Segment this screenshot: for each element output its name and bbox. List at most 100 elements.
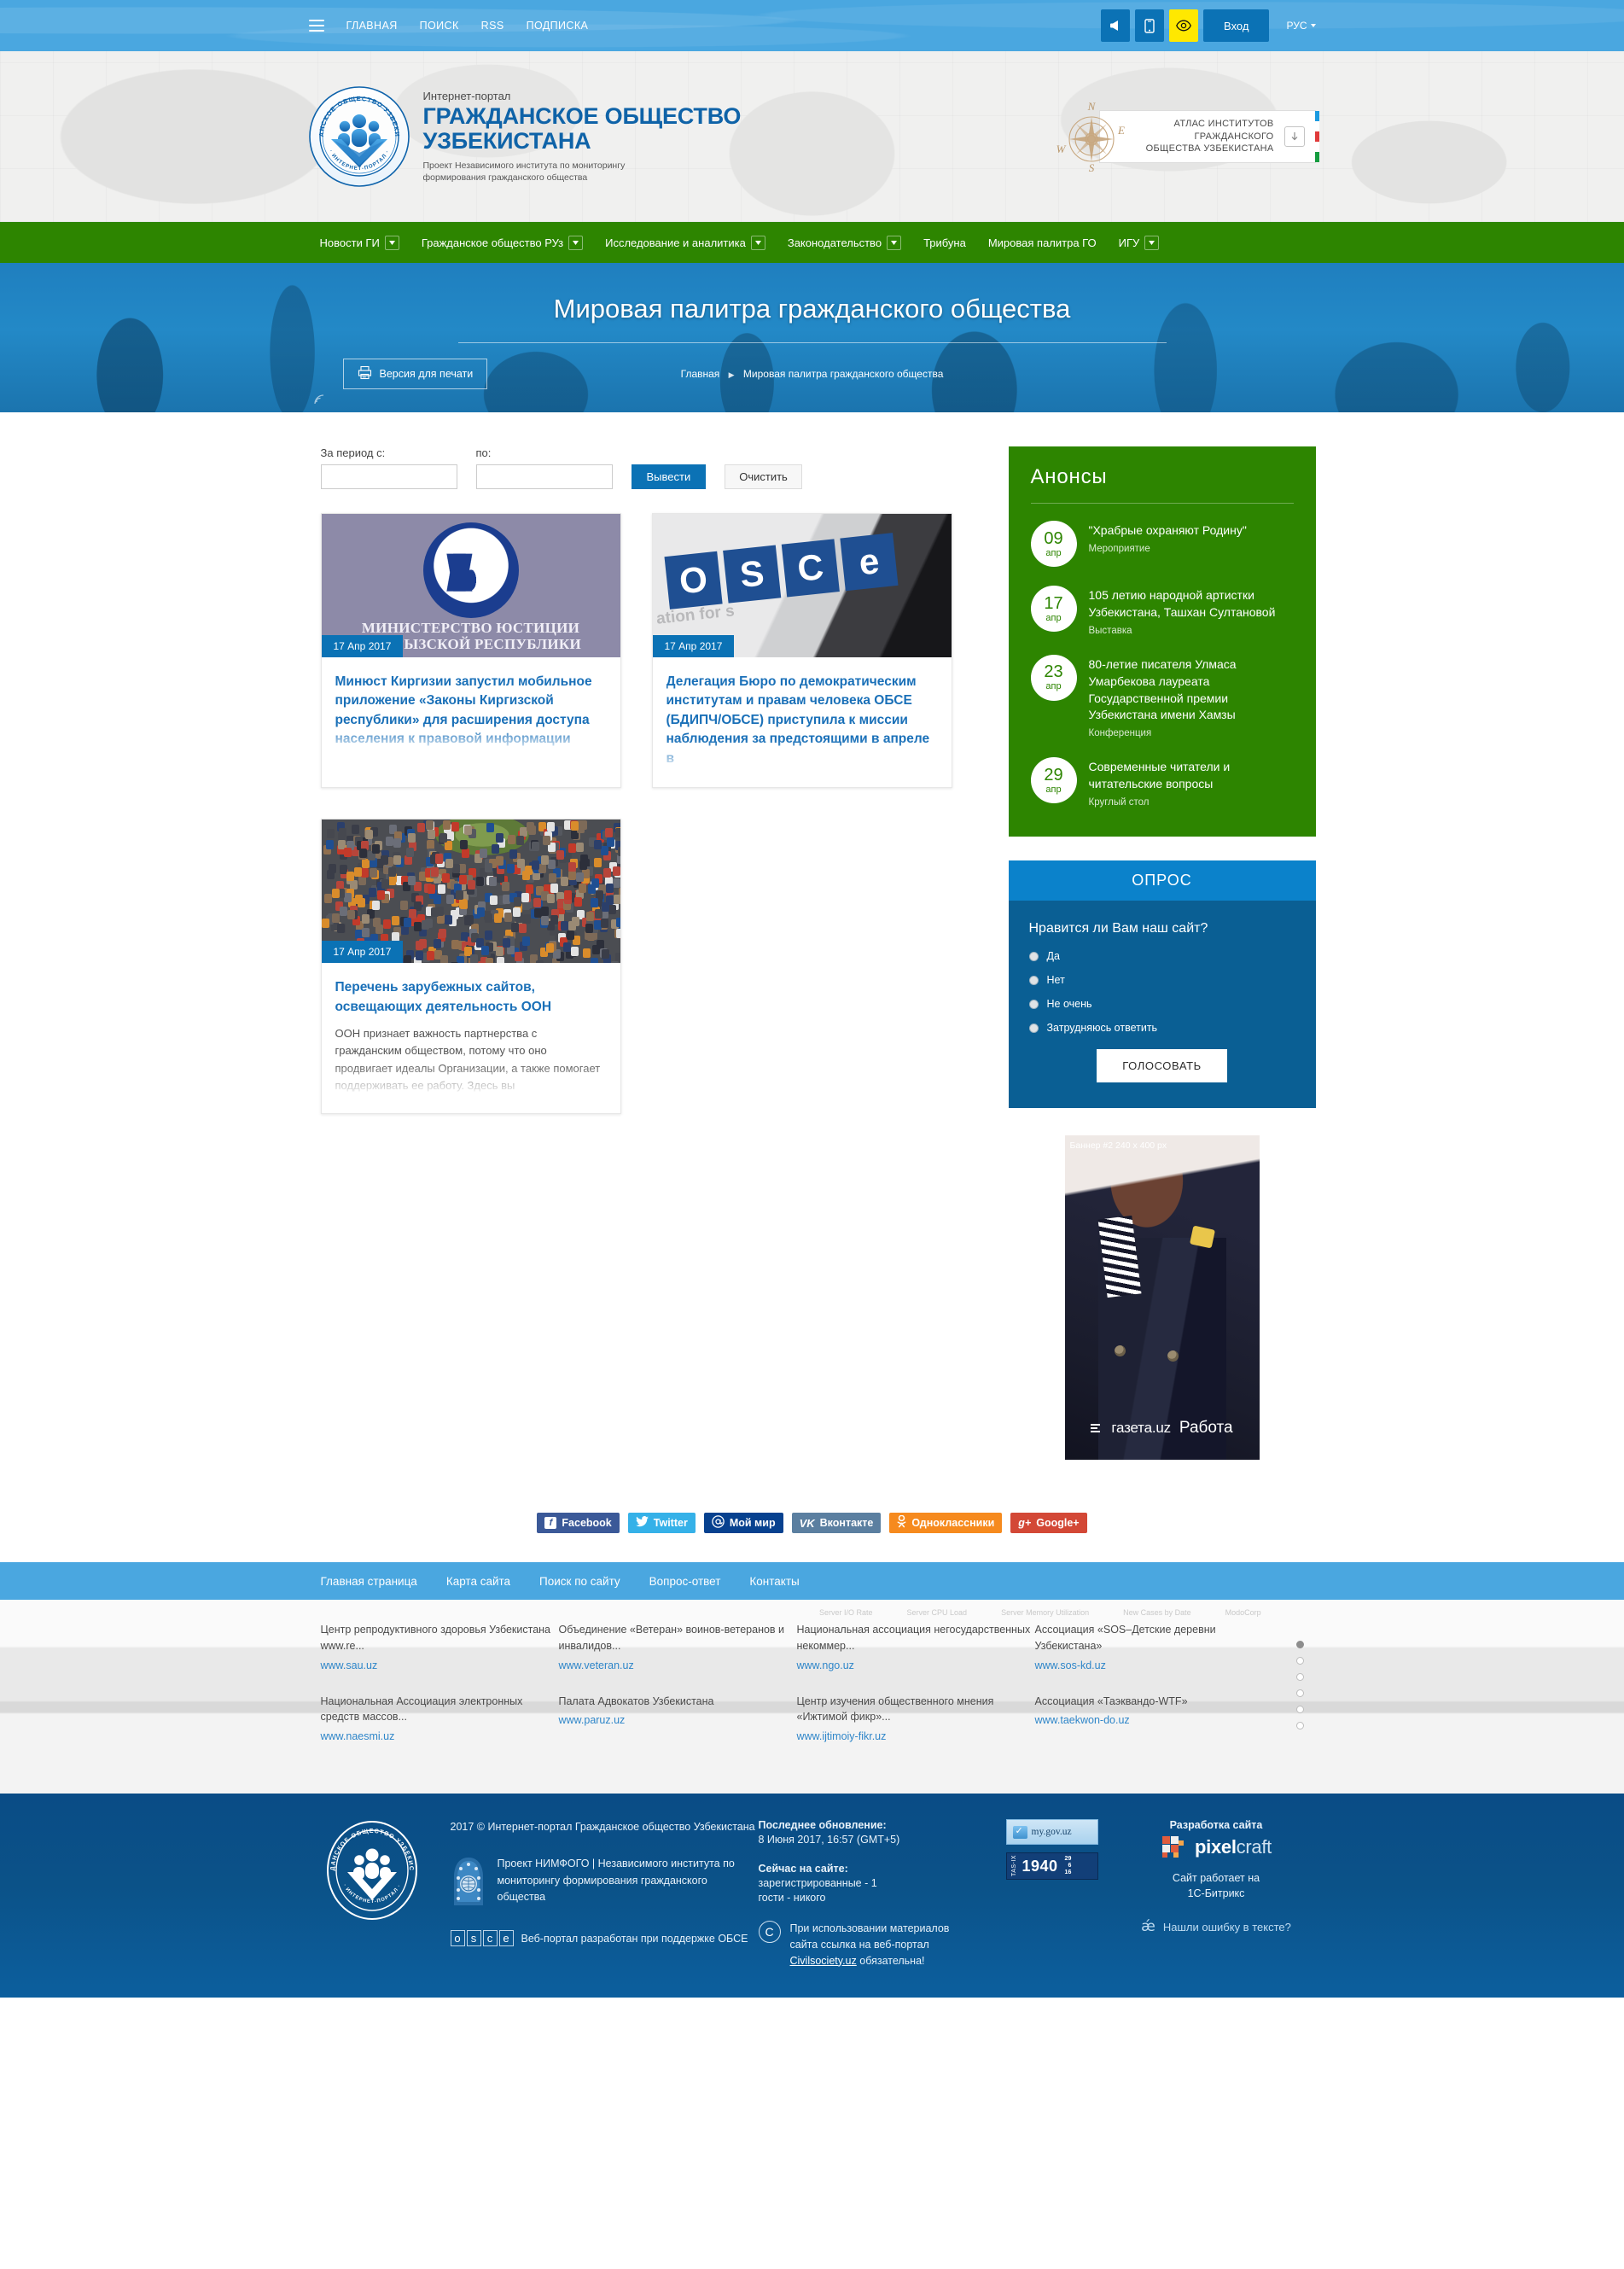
report-error-button[interactable]: ǽ Нашли ошибку в тексте? — [1117, 1918, 1316, 1935]
radio-icon[interactable] — [1029, 1000, 1039, 1009]
partner-item[interactable]: Центр репродуктивного здоровья Узбекиста… — [321, 1622, 559, 1671]
announcement-item[interactable]: 23 апр 80-летие писателя Улмаса Умарбеко… — [1031, 655, 1294, 739]
share-facebook-button[interactable]: f Facebook — [537, 1513, 619, 1533]
nav-item-research[interactable]: Исследование и аналитика — [594, 222, 777, 263]
radio-icon[interactable] — [1029, 976, 1039, 985]
news-card[interactable]: 17 Апр 2017 Перечень зарубежных сайтов, … — [321, 819, 621, 1114]
share-vkontakte-button[interactable]: VK Вконтакте — [792, 1513, 882, 1533]
announcement-title[interactable]: "Храбрые охраняют Родину" — [1089, 522, 1247, 540]
footnav-link-search[interactable]: Поиск по сайту — [539, 1575, 620, 1588]
partner-url[interactable]: www.naesmi.uz — [321, 1730, 395, 1742]
footnav-link-home[interactable]: Главная страница — [321, 1575, 417, 1588]
news-card[interactable]: МИНИСТЕРСТВО ЮСТИЦИИ КЫРГЫЗСКОЙ РЕСПУБЛИ… — [321, 513, 621, 788]
mygov-counter[interactable]: my.gov.uz — [1006, 1819, 1098, 1845]
partner-item[interactable]: Национальная ассоциация негосударственны… — [797, 1622, 1035, 1671]
partner-url[interactable]: www.ngo.uz — [797, 1659, 854, 1671]
poll-option-yes[interactable]: Да — [1029, 950, 1295, 962]
partners-carousel-dots[interactable] — [1296, 1641, 1304, 1729]
nav-item-news[interactable]: Новости ГИ — [309, 222, 410, 263]
carousel-dot[interactable] — [1296, 1722, 1304, 1729]
carousel-dot[interactable] — [1296, 1673, 1304, 1681]
usage-link[interactable]: Civilsociety.uz — [790, 1955, 857, 1967]
share-moymir-button[interactable]: Мой мир — [704, 1513, 783, 1533]
news-card-title[interactable]: Минюст Киргизии запустил мобильное прило… — [335, 673, 607, 750]
chevron-down-icon[interactable] — [1144, 236, 1159, 250]
svg-text:N: N — [1086, 100, 1096, 113]
announcement-item[interactable]: 09 апр "Храбрые охраняют Родину" Меропри… — [1031, 521, 1294, 567]
partner-item[interactable]: Ассоциация «SOS–Детские деревни Узбекист… — [1035, 1622, 1273, 1671]
carousel-dot[interactable] — [1296, 1706, 1304, 1713]
radio-icon[interactable] — [1029, 1024, 1039, 1033]
footnav-link-contacts[interactable]: Контакты — [749, 1575, 799, 1588]
partner-item[interactable]: Палата Адвокатов Узбекистана www.paruz.u… — [559, 1694, 797, 1743]
eye-icon[interactable] — [1169, 9, 1198, 42]
topnav-link-rss[interactable]: RSS — [481, 20, 504, 32]
radio-icon[interactable] — [1029, 952, 1039, 961]
filter-reset-button[interactable]: Очистить — [725, 464, 802, 489]
footer-logo-seal[interactable]: ГРАЖДАНСКОЕ ОБЩЕСТВО УЗБЕКИСТАНА · ИНТЕР… — [321, 1819, 430, 1969]
poll-option-not-really[interactable]: Не очень — [1029, 998, 1295, 1010]
nav-label: ИГУ — [1119, 236, 1140, 249]
announcement-title[interactable]: 80-летие писателя Улмаса Умарбекова лаур… — [1089, 656, 1294, 725]
share-odnoklassniki-button[interactable]: Одноклассники — [889, 1513, 1002, 1533]
footnav-link-sitemap[interactable]: Карта сайта — [446, 1575, 510, 1588]
topnav-link-subscribe[interactable]: ПОДПИСКА — [527, 20, 589, 32]
chevron-down-icon[interactable] — [385, 236, 399, 250]
nav-item-legislation[interactable]: Законодательство — [777, 222, 912, 263]
pixelcraft-logo[interactable]: pixelcraft — [1117, 1834, 1316, 1860]
chevron-down-icon[interactable] — [568, 236, 583, 250]
carousel-dot[interactable] — [1296, 1641, 1304, 1648]
footnav-link-faq[interactable]: Вопрос-ответ — [649, 1575, 721, 1588]
share-twitter-button[interactable]: Twitter — [628, 1513, 696, 1533]
chevron-down-icon[interactable] — [887, 236, 901, 250]
partner-item[interactable]: Центр изучения общественного мнения «Ижт… — [797, 1694, 1035, 1743]
news-card[interactable]: OSCe ation for s 17 Апр 2017 Делегация Б… — [652, 513, 952, 788]
announcement-item[interactable]: 17 апр 105 летию народной артистки Узбек… — [1031, 586, 1294, 636]
tasix-counter[interactable]: TAS-IX 1940 29 6 16 — [1006, 1852, 1098, 1880]
nav-item-world-palette[interactable]: Мировая палитра ГО — [977, 222, 1108, 263]
poll-option-no[interactable]: Нет — [1029, 974, 1295, 986]
mobile-icon[interactable] — [1135, 9, 1164, 42]
advertisement-banner[interactable]: Баннер #2 240 x 400 px газета.uz Работа — [1065, 1135, 1260, 1460]
partner-item[interactable]: Национальная Ассоциация электронных сред… — [321, 1694, 559, 1743]
language-selector[interactable]: РУС — [1286, 20, 1315, 32]
partner-url[interactable]: www.taekwon-do.uz — [1035, 1714, 1130, 1726]
atlas-widget[interactable]: N E S W АТЛАС ИНСТИТУТОВ ГРАЖДАНСКОГО ОБ… — [1055, 100, 1316, 173]
announcement-item[interactable]: 29 апр Современные читатели и читательск… — [1031, 757, 1294, 808]
megaphone-icon[interactable] — [1101, 9, 1130, 42]
topnav-link-search[interactable]: ПОИСК — [420, 20, 459, 32]
poll-option-unsure[interactable]: Затрудняюсь ответить — [1029, 1022, 1295, 1034]
poll-vote-button[interactable]: ГОЛОСОВАТЬ — [1097, 1049, 1227, 1082]
nav-item-igu[interactable]: ИГУ — [1108, 222, 1171, 263]
nav-item-tribune[interactable]: Трибуна — [912, 222, 977, 263]
carousel-dot[interactable] — [1296, 1689, 1304, 1697]
partner-url[interactable]: www.sos-kd.uz — [1035, 1659, 1106, 1671]
atlas-box[interactable]: АТЛАС ИНСТИТУТОВ ГРАЖДАНСКОГО ОБЩЕСТВА У… — [1099, 110, 1316, 163]
partner-item[interactable]: Ассоциация «Таэквандо-WTF» www.taekwon-d… — [1035, 1694, 1273, 1743]
partner-url[interactable]: www.sau.uz — [321, 1659, 378, 1671]
announcement-title[interactable]: Современные читатели и читательские вопр… — [1089, 759, 1294, 793]
partner-url[interactable]: www.paruz.uz — [559, 1714, 626, 1726]
announcement-title[interactable]: 105 летию народной артистки Узбекистана,… — [1089, 587, 1294, 621]
login-button[interactable]: Вход — [1203, 9, 1269, 42]
share-googleplus-button[interactable]: g+ Google+ — [1010, 1513, 1086, 1533]
breadcrumb-home[interactable]: Главная — [681, 368, 720, 380]
usage-line-3: обязательна! — [857, 1955, 925, 1967]
filter-from-input[interactable] — [321, 464, 457, 489]
partner-url[interactable]: www.ijtimoiy-fikr.uz — [797, 1730, 887, 1742]
filter-to-input[interactable] — [476, 464, 613, 489]
carousel-dot[interactable] — [1296, 1657, 1304, 1665]
powered-by-line-2: 1С-Битрикс — [1117, 1886, 1316, 1901]
news-card-title[interactable]: Перечень зарубежных сайтов, освещающих д… — [335, 978, 607, 1017]
chevron-down-icon[interactable] — [751, 236, 765, 250]
site-logo-seal[interactable]: ГРАЖДАНСКОЕ ОБЩЕСТВО УЗБЕКИСТАНА · ИНТЕР… — [309, 86, 410, 187]
online-now-label: Сейчас на сайте: — [759, 1863, 1006, 1875]
partner-url[interactable]: www.veteran.uz — [559, 1659, 634, 1671]
filter-submit-button[interactable]: Вывести — [632, 464, 707, 489]
partner-item[interactable]: Объединение «Ветеран» воинов-ветеранов и… — [559, 1622, 797, 1671]
news-card-title[interactable]: Делегация Бюро по демократическим инстит… — [666, 673, 938, 768]
topnav-link-home[interactable]: ГЛАВНАЯ — [346, 20, 398, 32]
download-arrow-icon[interactable] — [1284, 126, 1305, 147]
nav-item-civil-society-ruz[interactable]: Гражданское общество РУз — [410, 222, 594, 263]
hamburger-icon[interactable] — [309, 20, 324, 32]
